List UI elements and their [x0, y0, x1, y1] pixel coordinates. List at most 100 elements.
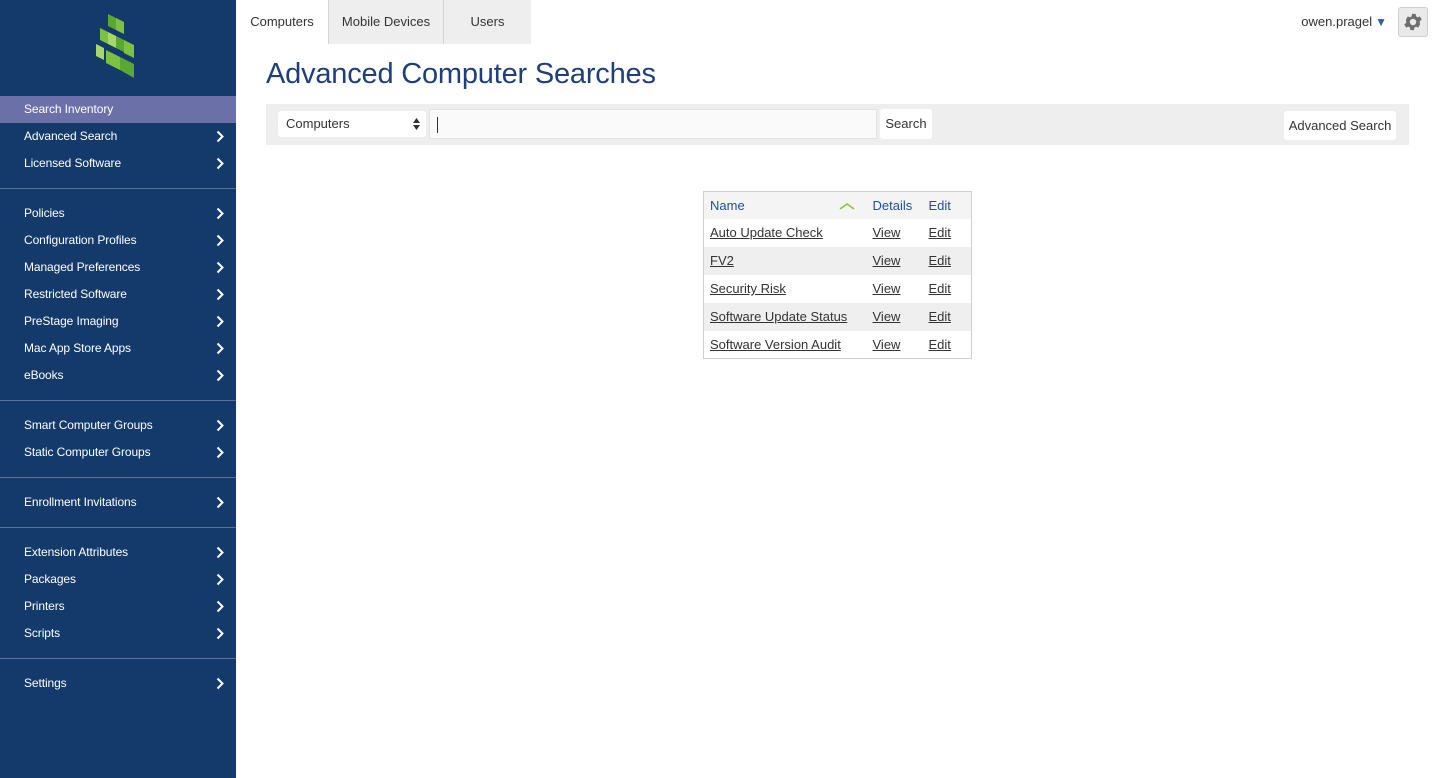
edit-link[interactable]: Edit [929, 253, 951, 268]
sidebar-divider [0, 477, 236, 478]
sidebar-item-mac-app-store-apps[interactable]: Mac App Store Apps [0, 335, 236, 362]
table-row: Software Version Audit View Edit [703, 330, 972, 359]
chevron-right-icon [214, 362, 226, 389]
jamf-logo-icon[interactable] [94, 12, 142, 82]
tab-computers[interactable]: Computers [236, 0, 328, 44]
sidebar-item-label: Mac App Store Apps [24, 341, 131, 355]
user-menu[interactable]: owen.pragel ▼ [1301, 14, 1387, 29]
chevron-right-icon [214, 593, 226, 620]
sidebar-item-label: Scripts [24, 626, 60, 640]
select-arrows-icon [413, 118, 420, 130]
sidebar-item-label: Managed Preferences [24, 260, 141, 274]
table-cell-details: View [866, 330, 923, 359]
sidebar-item-configuration-profiles[interactable]: Configuration Profiles [0, 227, 236, 254]
chevron-right-icon [214, 254, 226, 281]
table-cell-name: Security Risk [703, 274, 867, 303]
app-root: Search Inventory Advanced Search Licensed … [0, 0, 1439, 778]
results-table: Name Details Edit Auto Update Check View E… [703, 191, 972, 359]
column-header-edit[interactable]: Edit [922, 191, 972, 219]
chevron-right-icon [214, 227, 226, 254]
chevron-right-icon [214, 539, 226, 566]
search-button[interactable]: Search [880, 109, 932, 139]
table-cell-name: Software Update Status [703, 302, 867, 331]
sidebar-item-extension-attributes[interactable]: Extension Attributes [0, 539, 236, 566]
table-cell-edit: Edit [922, 302, 972, 331]
edit-link[interactable]: Edit [929, 337, 951, 352]
search-name-link[interactable]: Software Update Status [710, 309, 847, 324]
chevron-right-icon [214, 489, 226, 516]
table-cell-edit: Edit [922, 246, 972, 275]
sidebar-item-scripts[interactable]: Scripts [0, 620, 236, 647]
view-link[interactable]: View [873, 225, 901, 240]
edit-link[interactable]: Edit [929, 281, 951, 296]
sidebar-item-advanced-search[interactable]: Advanced Search [0, 123, 236, 150]
tab-mobile-devices[interactable]: Mobile Devices [328, 0, 443, 44]
table-row: Software Update Status View Edit [703, 302, 972, 331]
table-row: FV2 View Edit [703, 246, 972, 275]
category-select[interactable]: Computers [278, 111, 426, 137]
sidebar-nav: Search Inventory Advanced Search Licensed … [0, 96, 236, 697]
table-cell-edit: Edit [922, 274, 972, 303]
sidebar-divider [0, 658, 236, 659]
chevron-right-icon [214, 123, 226, 150]
view-link[interactable]: View [873, 337, 901, 352]
sidebar-item-printers[interactable]: Printers [0, 593, 236, 620]
sidebar-item-label: Settings [24, 676, 67, 690]
user-name: owen.pragel [1301, 14, 1373, 29]
search-name-link[interactable]: Software Version Audit [710, 337, 841, 352]
column-header-name[interactable]: Name [703, 191, 867, 219]
sidebar-item-restricted-software[interactable]: Restricted Software [0, 281, 236, 308]
column-header-name-label: Name [710, 197, 745, 213]
sidebar-item-label: Static Computer Groups [24, 445, 151, 459]
sort-ascending-icon [839, 203, 854, 210]
sidebar-item-label: Packages [24, 572, 76, 586]
table-cell-name: Auto Update Check [703, 218, 867, 247]
table-row: Auto Update Check View Edit [703, 218, 972, 247]
view-link[interactable]: View [873, 309, 901, 324]
sidebar-item-label: Configuration Profiles [24, 233, 137, 247]
chevron-right-icon [214, 439, 226, 466]
edit-link[interactable]: Edit [929, 309, 951, 324]
search-name-link[interactable]: Security Risk [710, 281, 786, 296]
chevron-right-icon [214, 200, 226, 227]
column-header-details[interactable]: Details [866, 191, 923, 219]
sidebar-item-label: Search Inventory [24, 102, 114, 116]
text-caret [437, 117, 438, 133]
sidebar-item-label: Smart Computer Groups [24, 418, 153, 432]
sidebar-item-enrollment-invitations[interactable]: Enrollment Invitations [0, 489, 236, 516]
sidebar-item-smart-computer-groups[interactable]: Smart Computer Groups [0, 412, 236, 439]
sidebar-item-managed-preferences[interactable]: Managed Preferences [0, 254, 236, 281]
sidebar-item-search-inventory[interactable]: Search Inventory [0, 96, 236, 123]
view-link[interactable]: View [873, 253, 901, 268]
sidebar-item-label: PreStage Imaging [24, 314, 119, 328]
search-name-link[interactable]: FV2 [710, 253, 734, 268]
table-header-row: Name Details Edit [703, 191, 972, 219]
sidebar-item-label: Policies [24, 206, 65, 220]
sidebar-divider [0, 188, 236, 189]
chevron-right-icon [214, 281, 226, 308]
sidebar-item-policies[interactable]: Policies [0, 200, 236, 227]
edit-link[interactable]: Edit [929, 225, 951, 240]
sidebar-divider [0, 400, 236, 401]
search-input[interactable] [429, 109, 877, 139]
sidebar-item-static-computer-groups[interactable]: Static Computer Groups [0, 439, 236, 466]
gear-button[interactable] [1398, 7, 1428, 37]
sidebar-item-prestage-imaging[interactable]: PreStage Imaging [0, 308, 236, 335]
tab-users[interactable]: Users [443, 0, 531, 44]
advanced-search-button[interactable]: Advanced Search [1284, 111, 1396, 140]
sidebar-item-licensed-software[interactable]: Licensed Software [0, 150, 236, 177]
chevron-right-icon [214, 335, 226, 362]
sidebar-item-packages[interactable]: Packages [0, 566, 236, 593]
table-body: Auto Update Check View Edit FV2 View Edit Secu… [703, 218, 972, 359]
category-select-value: Computers [286, 116, 350, 131]
top-tabs: Computers Mobile Devices Users [236, 0, 531, 44]
chevron-right-icon [214, 308, 226, 335]
gear-icon [1404, 13, 1422, 31]
chevron-right-icon [214, 566, 226, 593]
sidebar-item-settings[interactable]: Settings [0, 670, 236, 697]
table-cell-details: View [866, 218, 923, 247]
view-link[interactable]: View [873, 281, 901, 296]
sidebar-item-ebooks[interactable]: eBooks [0, 362, 236, 389]
table-cell-details: View [866, 246, 923, 275]
search-name-link[interactable]: Auto Update Check [710, 225, 823, 240]
